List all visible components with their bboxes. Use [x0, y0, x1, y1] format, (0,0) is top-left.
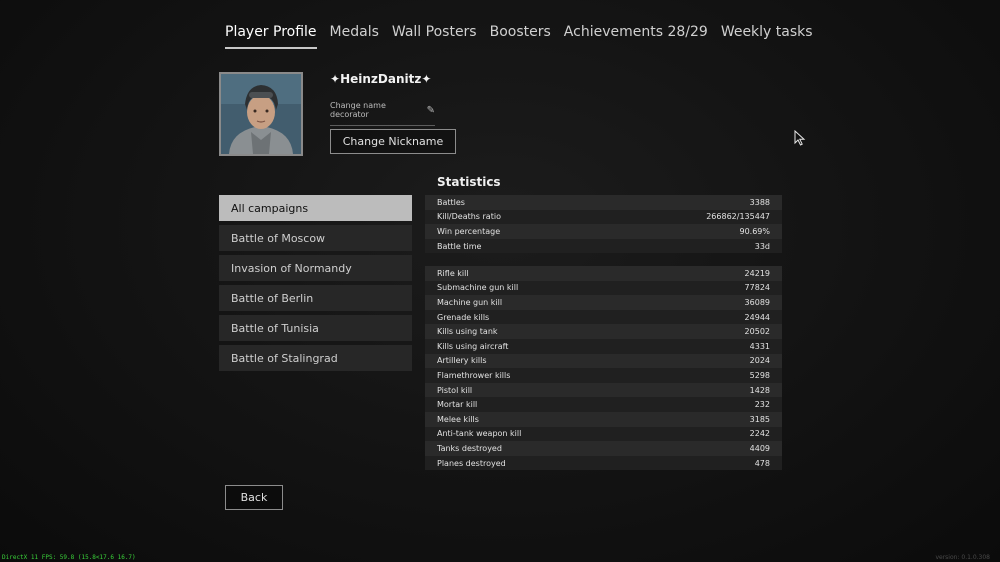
stat-label: Melee kills: [437, 414, 479, 424]
campaign-item-moscow[interactable]: Battle of Moscow: [219, 225, 412, 251]
stat-label: Battles: [437, 197, 465, 207]
campaign-item-normandy[interactable]: Invasion of Normandy: [219, 255, 412, 281]
stat-value: 266862/135447: [706, 212, 770, 222]
mouse-pointer-icon: [794, 130, 806, 146]
stat-row: Kill/Deaths ratio 266862/135447: [425, 209, 782, 225]
stat-label: Kill/Deaths ratio: [437, 212, 501, 222]
stat-value: 33d: [754, 241, 770, 251]
stat-row: Flamethrower kills 5298: [425, 368, 782, 383]
stat-row: Kills using tank 20502: [425, 324, 782, 339]
stat-row: Anti-tank weapon kill 2242: [425, 426, 782, 442]
stat-row: Battles 3388: [425, 195, 782, 210]
stat-label: Planes destroyed: [437, 458, 506, 468]
stat-row: Grenade kills 24944: [425, 309, 782, 325]
player-nickname: ✦HeinzDanitz✦: [330, 72, 431, 86]
tab-boosters[interactable]: Boosters: [490, 24, 551, 49]
stat-label: Win percentage: [437, 226, 501, 236]
stat-value: 4331: [749, 341, 770, 351]
stat-row: Planes destroyed 478: [425, 455, 782, 471]
stat-value: 2024: [749, 356, 770, 366]
stat-value: 1428: [749, 385, 770, 395]
stat-value: 3185: [749, 414, 770, 424]
tab-wall-posters[interactable]: Wall Posters: [392, 24, 477, 49]
stat-label: Pistol kill: [437, 385, 473, 395]
campaign-item-berlin[interactable]: Battle of Berlin: [219, 285, 412, 311]
statistics-kills-table: Rifle kill 24219 Submachine gun kill 77824…: [425, 266, 782, 471]
pencil-icon: ✎: [426, 104, 435, 116]
back-button[interactable]: Back: [225, 485, 283, 510]
stat-row: Mortar kill 232: [425, 397, 782, 412]
stat-label: Artillery kills: [437, 356, 487, 366]
stat-row: Rifle kill 24219: [425, 266, 782, 281]
stat-row: Tanks destroyed 4409: [425, 441, 782, 456]
stat-label: Rifle kill: [437, 268, 469, 278]
stat-value: 36089: [744, 297, 770, 307]
stat-row: Machine gun kill 36089: [425, 295, 782, 310]
campaign-list: All campaigns Battle of Moscow Invasion …: [219, 195, 412, 375]
statistics-title: Statistics: [437, 175, 501, 189]
wing-icon: ✦: [330, 72, 341, 86]
stat-value: 20502: [744, 327, 770, 337]
stat-label: Anti-tank weapon kill: [437, 429, 522, 439]
stat-label: Machine gun kill: [437, 297, 503, 307]
wing-icon: ✦: [421, 72, 432, 86]
campaign-item-all[interactable]: All campaigns: [219, 195, 412, 221]
campaign-item-stalingrad[interactable]: Battle of Stalingrad: [219, 345, 412, 371]
statistics-summary-table: Battles 3388 Kill/Deaths ratio 266862/1354…: [425, 195, 782, 254]
stat-value: 5298: [749, 370, 770, 380]
stat-label: Kills using aircraft: [437, 341, 509, 351]
stat-label: Flamethrower kills: [437, 370, 511, 380]
stat-row: Kills using aircraft 4331: [425, 338, 782, 354]
decorator-label: Change name decorator: [330, 101, 386, 119]
tab-medals[interactable]: Medals: [330, 24, 379, 49]
stat-value: 90.69%: [739, 226, 770, 236]
stat-row: Win percentage 90.69%: [425, 224, 782, 239]
stat-value: 24944: [744, 312, 770, 322]
stat-row: Pistol kill 1428: [425, 382, 782, 398]
stat-value: 4409: [749, 443, 770, 453]
stat-value: 24219: [744, 268, 770, 278]
stat-value: 478: [754, 458, 770, 468]
fps-counter: DirectX 11 FPS: 59.8 (15.8<17.6 16.7): [2, 554, 136, 561]
soldier-portrait-icon: [221, 74, 301, 154]
stat-label: Submachine gun kill: [437, 283, 519, 293]
profile-tabs: Player Profile Medals Wall Posters Boost…: [225, 24, 813, 49]
stat-value: 2242: [749, 429, 770, 439]
stat-label: Battle time: [437, 241, 482, 251]
stat-label: Grenade kills: [437, 312, 490, 322]
campaign-item-tunisia[interactable]: Battle of Tunisia: [219, 315, 412, 341]
stat-label: Tanks destroyed: [437, 443, 502, 453]
change-nickname-button[interactable]: Change Nickname: [330, 129, 456, 154]
stat-row: Battle time 33d: [425, 238, 782, 254]
player-avatar[interactable]: [219, 72, 303, 156]
version-label: version: 0.1.0.308: [935, 554, 990, 561]
stat-label: Kills using tank: [437, 327, 498, 337]
tab-achievements[interactable]: Achievements 28/29: [564, 24, 708, 49]
tab-weekly-tasks[interactable]: Weekly tasks: [721, 24, 813, 49]
stat-label: Mortar kill: [437, 400, 478, 410]
nickname-text: HeinzDanitz: [340, 72, 422, 86]
stat-row: Artillery kills 2024: [425, 353, 782, 369]
stat-value: 232: [754, 400, 770, 410]
stat-row: Melee kills 3185: [425, 411, 782, 427]
change-name-decorator-link[interactable]: Change name decorator ✎: [330, 101, 435, 126]
tab-player-profile[interactable]: Player Profile: [225, 24, 317, 49]
stat-value: 3388: [749, 197, 770, 207]
stat-value: 77824: [744, 283, 770, 293]
stat-row: Submachine gun kill 77824: [425, 280, 782, 296]
